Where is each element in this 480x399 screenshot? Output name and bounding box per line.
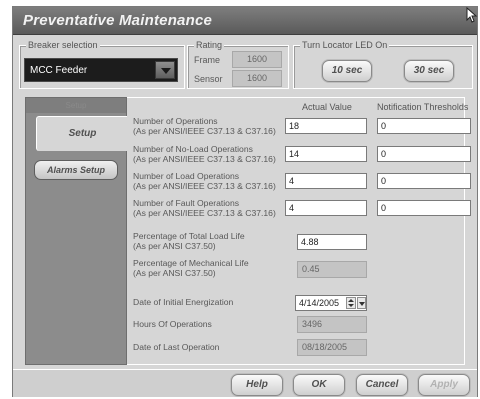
hours-of-operations-value: 3496 (297, 316, 367, 333)
row-operations-label: Number of Operations (As per ANSI/IEEE C… (133, 116, 276, 136)
setup-content-panel: Actual Value Notification Thresholds Num… (127, 97, 471, 365)
sensor-label: Sensor (194, 74, 223, 84)
hours-of-operations-label: Hours Of Operations (133, 319, 212, 329)
date-spinner[interactable] (346, 297, 356, 309)
apply-button[interactable]: Apply (418, 374, 470, 396)
side-navigation: Setup Setup Alarms Setup (25, 97, 128, 365)
last-operation-value: 08/18/2005 (297, 339, 367, 356)
row-fault-operations-label: Number of Fault Operations (As per ANSI/… (133, 198, 276, 218)
chevron-down-icon[interactable] (357, 297, 366, 309)
title-bar: Preventative Maintenance (13, 7, 478, 35)
load-actual-field[interactable]: 4 (285, 173, 367, 189)
preventative-maintenance-window: Preventative Maintenance Breaker selecti… (12, 6, 478, 397)
row-load-operations-label: Number of Load Operations (As per ANSI/I… (133, 171, 276, 191)
locator-10-sec-button[interactable]: 10 sec (322, 60, 372, 82)
total-load-life-field[interactable]: 4.88 (297, 234, 367, 250)
mouse-pointer-icon (466, 7, 478, 23)
cancel-button[interactable]: Cancel (356, 374, 408, 396)
mechanical-life-value: 0.45 (297, 261, 367, 278)
initial-energization-datepicker[interactable]: 4/14/2005 (295, 295, 367, 311)
ok-button[interactable]: OK (293, 374, 345, 396)
breaker-selection-label: Breaker selection (26, 39, 100, 51)
rating-label: Rating (194, 39, 225, 51)
tab-top[interactable]: Setup (26, 98, 126, 113)
dialog-footer: Help OK Cancel Apply (13, 369, 477, 397)
chevron-down-icon[interactable] (155, 61, 175, 79)
total-load-life-label: Percentage of Total Load Life (As per AN… (133, 231, 245, 251)
actual-value-header: Actual Value (302, 102, 352, 112)
no-load-actual-field[interactable]: 14 (285, 146, 367, 162)
breaker-select-value: MCC Feeder (30, 65, 88, 76)
locator-led-label: Turn Locator LED On (300, 39, 390, 51)
frame-value: 1600 (232, 51, 282, 68)
notification-thresholds-header: Notification Thresholds (377, 102, 469, 112)
sensor-value: 1600 (232, 70, 282, 87)
locator-led-group: Turn Locator LED On 10 sec 30 sec (293, 39, 473, 89)
row-no-load-operations-label: Number of No-Load Operations (As per ANS… (133, 144, 276, 164)
operations-threshold-field[interactable]: 0 (377, 118, 471, 134)
tab-setup[interactable]: Setup (36, 116, 128, 151)
no-load-threshold-field[interactable]: 0 (377, 146, 471, 162)
help-button[interactable]: Help (231, 374, 283, 396)
fault-threshold-field[interactable]: 0 (377, 200, 471, 216)
alarms-setup-button[interactable]: Alarms Setup (34, 160, 118, 180)
fault-actual-field[interactable]: 4 (285, 200, 367, 216)
breaker-select[interactable]: MCC Feeder (24, 58, 178, 82)
load-threshold-field[interactable]: 0 (377, 173, 471, 189)
mechanical-life-label: Percentage of Mechanical Life (As per AN… (133, 258, 249, 278)
locator-30-sec-button[interactable]: 30 sec (404, 60, 454, 82)
last-operation-label: Date of Last Operation (133, 342, 220, 352)
operations-actual-field[interactable]: 18 (285, 118, 367, 134)
initial-energization-label: Date of Initial Energization (133, 297, 234, 307)
frame-label: Frame (194, 55, 221, 65)
initial-energization-value: 4/14/2005 (299, 298, 340, 308)
breaker-selection-group: Breaker selection MCC Feeder (19, 39, 185, 89)
rating-group: Rating Frame 1600 Sensor 1600 (187, 39, 289, 89)
window-title: Preventative Maintenance (23, 12, 213, 29)
